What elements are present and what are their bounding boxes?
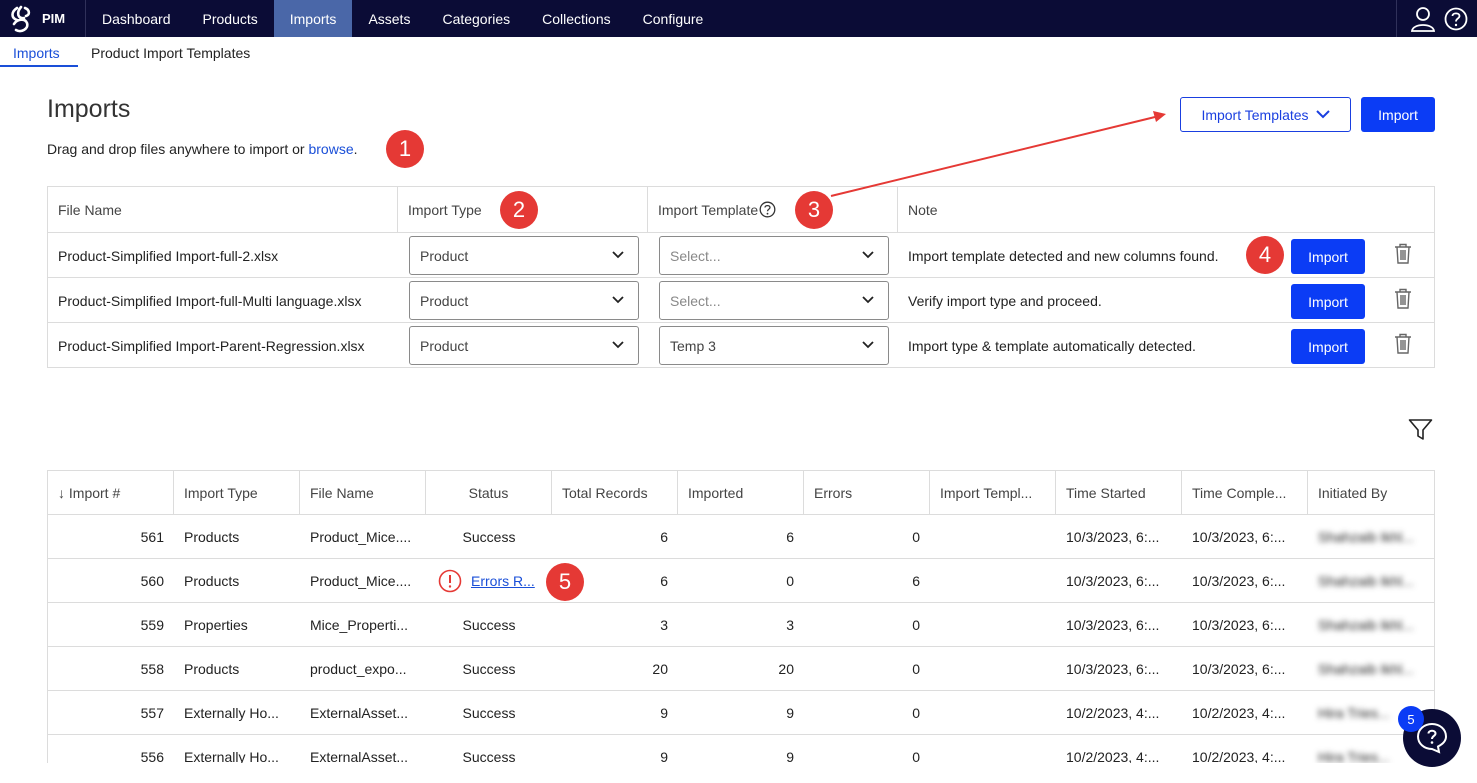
cell-imported: 0 bbox=[786, 573, 794, 589]
cell-time-started: 10/3/2023, 6:... bbox=[1066, 529, 1160, 545]
table-row[interactable]: 559 Properties Mice_Properti... Success … bbox=[48, 603, 1434, 647]
cell-total-records: 3 bbox=[660, 617, 668, 633]
annotation-marker-2: 2 bbox=[500, 191, 538, 229]
cell-import-number: 558 bbox=[140, 661, 164, 677]
cell-initiated-by: Shahzaib Ikhl... bbox=[1318, 661, 1414, 677]
cell-import-number: 559 bbox=[140, 617, 164, 633]
header-time-started[interactable]: Time Started bbox=[1056, 471, 1182, 514]
cell-errors: 0 bbox=[912, 749, 920, 763]
cell-total-records: 9 bbox=[660, 705, 668, 721]
cell-total-records: 6 bbox=[660, 573, 668, 589]
cell-import-template bbox=[930, 603, 1056, 647]
cell-errors: 6 bbox=[912, 573, 920, 589]
cell-time-started: 10/2/2023, 4:... bbox=[1066, 749, 1160, 763]
cell-time-completed: 10/2/2023, 4:... bbox=[1192, 705, 1286, 721]
cell-initiated-by: Shahzaib Ikhl... bbox=[1318, 529, 1414, 545]
cell-errors: 0 bbox=[912, 661, 920, 677]
header-file-name[interactable]: File Name bbox=[300, 471, 426, 514]
cell-status: Success bbox=[462, 617, 516, 633]
cell-import-template bbox=[930, 647, 1056, 691]
cell-imported: 6 bbox=[786, 529, 794, 545]
table-row[interactable]: 557 Externally Ho... ExternalAsset... Su… bbox=[48, 691, 1434, 735]
cell-status: Success bbox=[462, 529, 516, 545]
cell-time-completed: 10/3/2023, 6:... bbox=[1192, 617, 1286, 633]
header-import-number[interactable]: ↓ Import # bbox=[48, 471, 174, 514]
table-header: ↓ Import # Import Type File Name Status … bbox=[48, 471, 1434, 515]
cell-status: Success bbox=[462, 705, 516, 721]
error-icon bbox=[438, 569, 462, 593]
annotation-marker-4: 4 bbox=[1246, 236, 1284, 274]
cell-import-type: Properties bbox=[184, 617, 248, 633]
header-time-completed[interactable]: Time Comple... bbox=[1182, 471, 1308, 514]
cell-import-type: Products bbox=[184, 529, 240, 545]
cell-status: Success bbox=[462, 661, 516, 677]
cell-file-name: ExternalAsset... bbox=[310, 705, 409, 721]
header-initiated-by[interactable]: Initiated By bbox=[1308, 471, 1434, 514]
cell-errors: 0 bbox=[912, 617, 920, 633]
cell-time-started: 10/3/2023, 6:... bbox=[1066, 617, 1160, 633]
table-row[interactable]: 561 Products Product_Mice.... Success 6 … bbox=[48, 515, 1434, 559]
table-row[interactable]: 558 Products product_expo... Success 20 … bbox=[48, 647, 1434, 691]
cell-initiated-by: Shahzaib Ikhl... bbox=[1318, 617, 1414, 633]
import-history-table: ↓ Import # Import Type File Name Status … bbox=[47, 470, 1435, 763]
cell-import-template bbox=[930, 559, 1056, 603]
header-errors[interactable]: Errors bbox=[804, 471, 930, 514]
cell-time-started: 10/3/2023, 6:... bbox=[1066, 573, 1160, 589]
header-import-template[interactable]: Import Templ... bbox=[930, 471, 1056, 514]
annotation-marker-3: 3 bbox=[795, 191, 833, 229]
cell-file-name: product_expo... bbox=[310, 661, 407, 677]
cell-total-records: 20 bbox=[652, 661, 668, 677]
cell-initiated-by: Shahzaib Ikhl... bbox=[1318, 573, 1414, 589]
errors-report-link[interactable]: Errors R... bbox=[471, 573, 535, 589]
header-imported[interactable]: Imported bbox=[678, 471, 804, 514]
cell-file-name: Product_Mice.... bbox=[310, 573, 412, 589]
cell-total-records: 9 bbox=[660, 749, 668, 763]
table-row[interactable]: 560 Products Product_Mice.... Errors R..… bbox=[48, 559, 1434, 603]
cell-status: Success bbox=[462, 749, 516, 763]
cell-time-completed: 10/3/2023, 6:... bbox=[1192, 573, 1286, 589]
cell-file-name: ExternalAsset... bbox=[310, 749, 409, 763]
cell-status: Errors R... bbox=[426, 559, 552, 603]
header-total-records[interactable]: Total Records bbox=[552, 471, 678, 514]
cell-total-records: 6 bbox=[660, 529, 668, 545]
filter-icon[interactable] bbox=[1408, 418, 1433, 442]
header-import-type[interactable]: Import Type bbox=[174, 471, 300, 514]
table-row[interactable]: 556 Externally Ho... ExternalAsset... Su… bbox=[48, 735, 1434, 763]
cell-file-name: Product_Mice.... bbox=[310, 529, 412, 545]
notification-badge: 5 bbox=[1398, 706, 1424, 732]
cell-imported: 20 bbox=[778, 661, 794, 677]
cell-import-number: 557 bbox=[140, 705, 164, 721]
cell-time-completed: 10/2/2023, 4:... bbox=[1192, 749, 1286, 763]
cell-time-completed: 10/3/2023, 6:... bbox=[1192, 529, 1286, 545]
cell-file-name: Mice_Properti... bbox=[310, 617, 409, 633]
cell-import-template bbox=[930, 515, 1056, 559]
cell-imported: 9 bbox=[786, 705, 794, 721]
cell-import-template bbox=[930, 735, 1056, 763]
cell-errors: 0 bbox=[912, 705, 920, 721]
cell-import-number: 560 bbox=[140, 573, 164, 589]
cell-time-started: 10/2/2023, 4:... bbox=[1066, 705, 1160, 721]
cell-imported: 9 bbox=[786, 749, 794, 763]
cell-import-number: 561 bbox=[140, 529, 164, 545]
cell-time-completed: 10/3/2023, 6:... bbox=[1192, 661, 1286, 677]
cell-import-number: 556 bbox=[140, 749, 164, 763]
cell-time-started: 10/3/2023, 6:... bbox=[1066, 661, 1160, 677]
cell-import-type: Products bbox=[184, 573, 240, 589]
cell-imported: 3 bbox=[786, 617, 794, 633]
cell-import-type: Products bbox=[184, 661, 240, 677]
cell-import-template bbox=[930, 691, 1056, 735]
cell-import-type: Externally Ho... bbox=[184, 705, 279, 721]
cell-errors: 0 bbox=[912, 529, 920, 545]
cell-import-type: Externally Ho... bbox=[184, 749, 279, 763]
annotation-marker-1: 1 bbox=[386, 130, 424, 168]
header-status[interactable]: Status bbox=[426, 471, 552, 514]
